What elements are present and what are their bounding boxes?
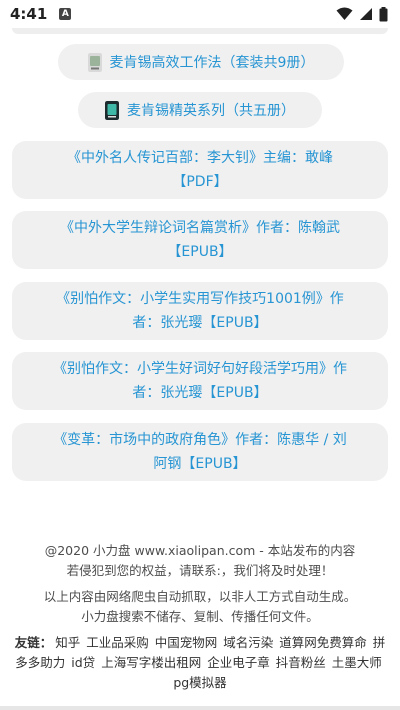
footer-notice: 以上内容由网络爬虫自动抓取，以非人工方式自动生成。 小力盘搜索不储存、复制、传播… bbox=[0, 587, 400, 627]
notification-badge-icon: A bbox=[59, 8, 72, 20]
status-icons bbox=[336, 6, 388, 22]
friend-link[interactable]: 上海写字楼出租网 bbox=[101, 655, 201, 670]
card-title-line2: 【EPUB】 bbox=[167, 244, 233, 260]
book-pill-mckinsey-efficiency[interactable]: 麦肯锡高效工作法（套装共9册） bbox=[58, 44, 344, 80]
card-title-line2: 者：张光璎【EPUB】 bbox=[132, 385, 268, 401]
friend-link[interactable]: 土墨大师 bbox=[332, 655, 382, 670]
footer: @2020 小力盘 www.xiaolipan.com - 本站发布的内容 若侵… bbox=[0, 541, 400, 693]
card-title-line2: 阿钢【EPUB】 bbox=[153, 456, 247, 472]
friend-link[interactable]: id贷 bbox=[71, 655, 95, 670]
friend-link[interactable]: 道算网免费算命 bbox=[279, 635, 367, 650]
card-text: 《别怕作文：小学生好词好句好段活学巧用》作 者：张光璎【EPUB】 bbox=[53, 357, 347, 405]
signal-icon bbox=[360, 8, 372, 20]
book-card-debate[interactable]: 《中外大学生辩论词名篇赏析》作者：陈翰武 【EPUB】 bbox=[12, 211, 388, 269]
footer-copyright-line1: @2020 小力盘 www.xiaolipan.com - 本站发布的内容 bbox=[44, 543, 356, 558]
card-text: 《中外名人传记百部：李大钊》主编：敢峰 【PDF】 bbox=[67, 146, 333, 194]
friend-link[interactable]: 抖音粉丝 bbox=[276, 655, 326, 670]
card-title-line2: 者：张光璎【EPUB】 bbox=[132, 315, 268, 331]
pill-label: 麦肯锡高效工作法（套装共9册） bbox=[109, 55, 315, 71]
card-title-line1: 《别怕作文：小学生实用写作技巧1001例》作 bbox=[56, 291, 344, 307]
pill-label: 麦肯锡精英系列（共五册） bbox=[127, 103, 295, 119]
card-title-line2: 【PDF】 bbox=[172, 174, 228, 190]
card-title-line1: 《中外名人传记百部：李大钊》主编：敢峰 bbox=[67, 150, 333, 166]
friend-link[interactable]: 企业电子章 bbox=[207, 655, 270, 670]
card-title-line1: 《别怕作文：小学生好词好句好段活学巧用》作 bbox=[53, 361, 347, 377]
footer-notice-line1: 以上内容由网络爬虫自动抓取，以非人工方式自动生成。 bbox=[43, 589, 357, 604]
system-nav-bar bbox=[0, 706, 400, 710]
status-time: 4:41 bbox=[10, 5, 48, 23]
friend-link[interactable]: 中国宠物网 bbox=[155, 635, 218, 650]
status-bar: 4:41 A bbox=[0, 0, 400, 28]
card-text: 《中外大学生辩论词名篇赏析》作者：陈翰武 【EPUB】 bbox=[60, 216, 340, 264]
friend-link[interactable]: 工业品采购 bbox=[86, 635, 149, 650]
battery-icon bbox=[379, 6, 388, 21]
friend-link[interactable]: 域名污染 bbox=[223, 635, 273, 650]
footer-copyright: @2020 小力盘 www.xiaolipan.com - 本站发布的内容 若侵… bbox=[0, 541, 400, 581]
card-title-line1: 《变革：市场中的政府角色》作者：陈惠华 / 刘 bbox=[53, 432, 347, 448]
friend-links: 友链： 知乎 工业品采购 中国宠物网 域名污染 道算网免费算命 拼多多助力 id贷 上海写字楼出… bbox=[0, 633, 400, 693]
card-text: 《变革：市场中的政府角色》作者：陈惠华 / 刘 阿钢【EPUB】 bbox=[53, 428, 347, 476]
friend-links-label: 友链： bbox=[14, 635, 53, 650]
page-content: 麦肯锡高效工作法（套装共9册） 麦肯锡精英系列（共五册） 《中外名人传记百部：李… bbox=[0, 28, 400, 710]
wifi-icon bbox=[336, 7, 353, 20]
book-card-li-dazhao[interactable]: 《中外名人传记百部：李大钊》主编：敢峰 【PDF】 bbox=[12, 141, 388, 199]
footer-notice-line2: 小力盘搜索不储存、复制、传播任何文件。 bbox=[81, 609, 319, 624]
book-cover-icon bbox=[105, 100, 119, 120]
friend-link[interactable]: 知乎 bbox=[55, 635, 80, 650]
book-card-writing-tips[interactable]: 《别怕作文：小学生实用写作技巧1001例》作 者：张光璎【EPUB】 bbox=[12, 282, 388, 340]
friend-link[interactable]: pg模拟器 bbox=[173, 675, 226, 690]
footer-copyright-line2: 若侵犯到您的权益，请联系:，我们将及时处理！ bbox=[66, 563, 334, 578]
book-card-government-role[interactable]: 《变革：市场中的政府角色》作者：陈惠华 / 刘 阿钢【EPUB】 bbox=[12, 423, 388, 481]
book-card-good-sentences[interactable]: 《别怕作文：小学生好词好句好段活学巧用》作 者：张光璎【EPUB】 bbox=[12, 352, 388, 410]
card-text: 《别怕作文：小学生实用写作技巧1001例》作 者：张光璎【EPUB】 bbox=[56, 287, 344, 335]
book-pill-mckinsey-elite[interactable]: 麦肯锡精英系列（共五册） bbox=[78, 92, 322, 128]
book-cover-icon bbox=[87, 52, 102, 72]
previous-card-edge bbox=[12, 28, 388, 34]
card-title-line1: 《中外大学生辩论词名篇赏析》作者：陈翰武 bbox=[60, 220, 340, 236]
